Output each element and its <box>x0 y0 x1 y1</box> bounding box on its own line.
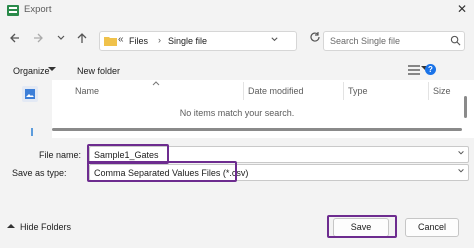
refresh-icon[interactable] <box>308 31 322 47</box>
cancel-button[interactable]: Cancel <box>405 218 459 237</box>
hide-folders-button[interactable]: Hide Folders <box>20 222 71 232</box>
address-dropdown-icon[interactable] <box>270 35 279 46</box>
address-bar[interactable]: « Files › Single file <box>99 31 297 51</box>
column-divider[interactable] <box>428 82 429 100</box>
chevron-up-icon[interactable] <box>7 222 15 232</box>
save-button-highlight <box>327 215 397 238</box>
file-name-dropdown-icon[interactable] <box>457 149 465 159</box>
breadcrumb-single-file[interactable]: Single file <box>168 36 207 46</box>
vertical-scrollbar[interactable] <box>464 96 467 118</box>
view-options-icon[interactable] <box>408 65 420 75</box>
nav-marker-icon <box>28 128 36 138</box>
search-icon <box>450 35 461 48</box>
chevron-down-icon[interactable] <box>53 32 69 48</box>
command-bar: Organize New folder <box>0 60 474 80</box>
title-bar <box>0 0 474 22</box>
window-title: Export <box>24 4 52 15</box>
save-as-type-highlight <box>87 161 237 182</box>
new-folder-button[interactable]: New folder <box>77 66 120 76</box>
column-header-size[interactable]: Size <box>433 86 451 96</box>
search-placeholder: Search Single file <box>330 36 401 46</box>
empty-message: No items match your search. <box>179 108 295 118</box>
folder-icon <box>104 36 117 46</box>
column-header-date-modified[interactable]: Date modified <box>248 86 304 96</box>
breadcrumb-separator: › <box>158 35 161 45</box>
horizontal-scrollbar[interactable] <box>52 128 462 131</box>
column-divider[interactable] <box>343 82 344 100</box>
help-icon[interactable]: ? <box>425 64 436 75</box>
breadcrumb-files[interactable]: Files <box>129 36 148 46</box>
column-header-name[interactable]: Name <box>75 86 99 96</box>
up-arrow-icon[interactable] <box>74 32 90 48</box>
sort-indicator-icon <box>152 79 160 88</box>
save-as-type-label: Save as type: <box>12 168 67 178</box>
back-arrow-icon[interactable] <box>7 32 23 48</box>
column-header-type[interactable]: Type <box>348 86 368 96</box>
forward-arrow-icon[interactable] <box>30 32 46 48</box>
overflow-chevron[interactable]: « <box>118 34 124 45</box>
close-icon[interactable]: ✕ <box>455 2 469 16</box>
search-input[interactable]: Search Single file <box>323 31 465 51</box>
column-divider[interactable] <box>243 82 244 100</box>
app-icon <box>7 5 19 16</box>
pictures-icon[interactable] <box>22 86 38 102</box>
save-as-type-dropdown-icon[interactable] <box>457 167 465 177</box>
file-name-label: File name: <box>39 150 82 160</box>
organize-button[interactable]: Organize <box>13 66 50 76</box>
organize-dropdown-icon[interactable] <box>48 65 56 75</box>
